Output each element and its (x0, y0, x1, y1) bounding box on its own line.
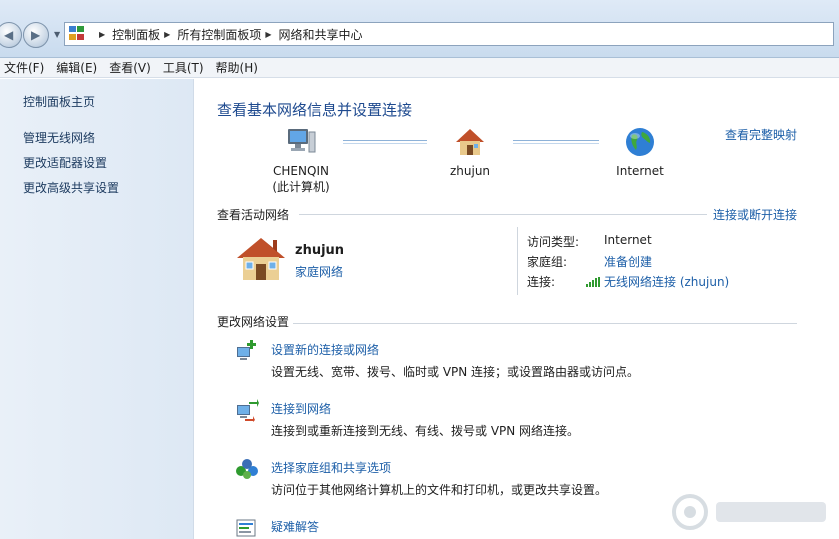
address-toolbar: ◀ ▶ ▼ ▶ 控制面板 ▶ 所有控制面板项 ▶ 网络和共享中心 (0, 0, 839, 58)
menu-file[interactable]: 文件(F) (0, 59, 52, 76)
computer-name: CHENQIN (273, 164, 329, 178)
breadcrumb-control-panel[interactable]: 控制面板 (112, 26, 160, 43)
menu-bar: 文件(F) 编辑(E) 查看(V) 工具(T) 帮助(H) (0, 58, 839, 78)
address-field[interactable]: ▶ 控制面板 ▶ 所有控制面板项 ▶ 网络和共享中心 (64, 22, 834, 46)
homegroup-link[interactable]: 准备创建 (604, 253, 652, 270)
adapter-settings-link[interactable]: 更改适配器设置 (23, 154, 107, 171)
control-panel-icon (69, 26, 87, 42)
breadcrumb-all-items[interactable]: 所有控制面板项 (177, 26, 261, 43)
manage-wireless-link[interactable]: 管理无线网络 (23, 129, 95, 146)
homegroup-icon (235, 457, 259, 481)
vertical-divider (517, 227, 518, 295)
map-node-network[interactable]: zhujun (445, 126, 495, 178)
menu-help[interactable]: 帮助(H) (212, 59, 266, 76)
connect-disconnect-link[interactable]: 连接或断开连接 (713, 206, 797, 223)
homegroup-label: 家庭组: (527, 255, 568, 269)
connect-to-network-desc: 连接到或重新连接到无线、有线、拨号或 VPN 网络连接。 (271, 424, 580, 438)
chevron-right-icon[interactable]: ▶ (265, 30, 271, 39)
arrow-left-icon: ◀ (4, 28, 14, 42)
chevron-right-icon[interactable]: ▶ (99, 30, 105, 39)
home-network-icon (235, 236, 287, 282)
main-content: 查看基本网络信息并设置连接 查看完整映射 CHENQIN (此计算机) zhuj (195, 79, 839, 539)
watermark-logo (668, 490, 838, 534)
menu-view[interactable]: 查看(V) (105, 59, 159, 76)
access-type-label: 访问类型: (527, 235, 580, 249)
active-network-name: zhujun (295, 243, 345, 258)
recent-pages-dropdown[interactable]: ▼ (54, 30, 60, 39)
task-pane: 控制面板主页 管理无线网络 更改适配器设置 更改高级共享设置 (0, 79, 194, 539)
connection-line (343, 140, 427, 144)
setup-connection-link[interactable]: 设置新的连接或网络 (271, 341, 379, 358)
home-network-icon (454, 126, 486, 158)
setup-connection-desc: 设置无线、宽带、拨号、临时或 VPN 连接；或设置路由器或访问点。 (271, 365, 640, 379)
active-network-heading: 查看活动网络 (217, 208, 290, 222)
homegroup-sharing-link[interactable]: 选择家庭组和共享选项 (271, 459, 391, 476)
change-settings-heading: 更改网络设置 (217, 315, 290, 329)
connection-label: 连接: (527, 275, 556, 289)
connect-to-network-link[interactable]: 连接到网络 (271, 400, 331, 417)
section-divider (299, 214, 707, 215)
new-connection-icon (235, 339, 259, 363)
control-panel-home-link[interactable]: 控制面板主页 (23, 93, 95, 110)
section-divider (293, 323, 797, 324)
computer-subtitle: (此计算机) (272, 180, 330, 194)
wireless-connection-name: 无线网络连接 (zhujun) (604, 275, 730, 289)
connect-network-icon (235, 398, 259, 422)
back-button[interactable]: ◀ (0, 22, 22, 48)
connection-line (513, 140, 599, 144)
map-network-name: zhujun (449, 164, 491, 178)
forward-button[interactable]: ▶ (23, 22, 49, 48)
network-type-link[interactable]: 家庭网络 (295, 263, 343, 280)
computer-icon (285, 126, 317, 158)
arrow-right-icon: ▶ (31, 28, 41, 42)
wireless-connection-link[interactable]: 无线网络连接 (zhujun) (586, 273, 729, 290)
page-title: 查看基本网络信息并设置连接 (217, 101, 413, 119)
homegroup-sharing-desc: 访问位于其他网络计算机上的文件和打印机，或更改共享设置。 (271, 483, 608, 497)
wifi-signal-icon (586, 277, 600, 287)
map-node-computer[interactable]: CHENQIN (此计算机) (265, 126, 337, 195)
globe-icon (624, 126, 656, 158)
full-map-link[interactable]: 查看完整映射 (725, 126, 797, 143)
advanced-sharing-link[interactable]: 更改高级共享设置 (23, 179, 119, 196)
troubleshoot-link[interactable]: 疑难解答 (271, 518, 319, 535)
map-internet-label: Internet (616, 164, 664, 178)
map-node-internet[interactable]: Internet (611, 126, 669, 178)
breadcrumb-network-center[interactable]: 网络和共享中心 (279, 26, 363, 43)
access-type-value: Internet (604, 233, 652, 247)
troubleshoot-icon (235, 516, 259, 539)
menu-tools[interactable]: 工具(T) (159, 59, 212, 76)
chevron-right-icon[interactable]: ▶ (164, 30, 170, 39)
menu-edit[interactable]: 编辑(E) (52, 59, 105, 76)
